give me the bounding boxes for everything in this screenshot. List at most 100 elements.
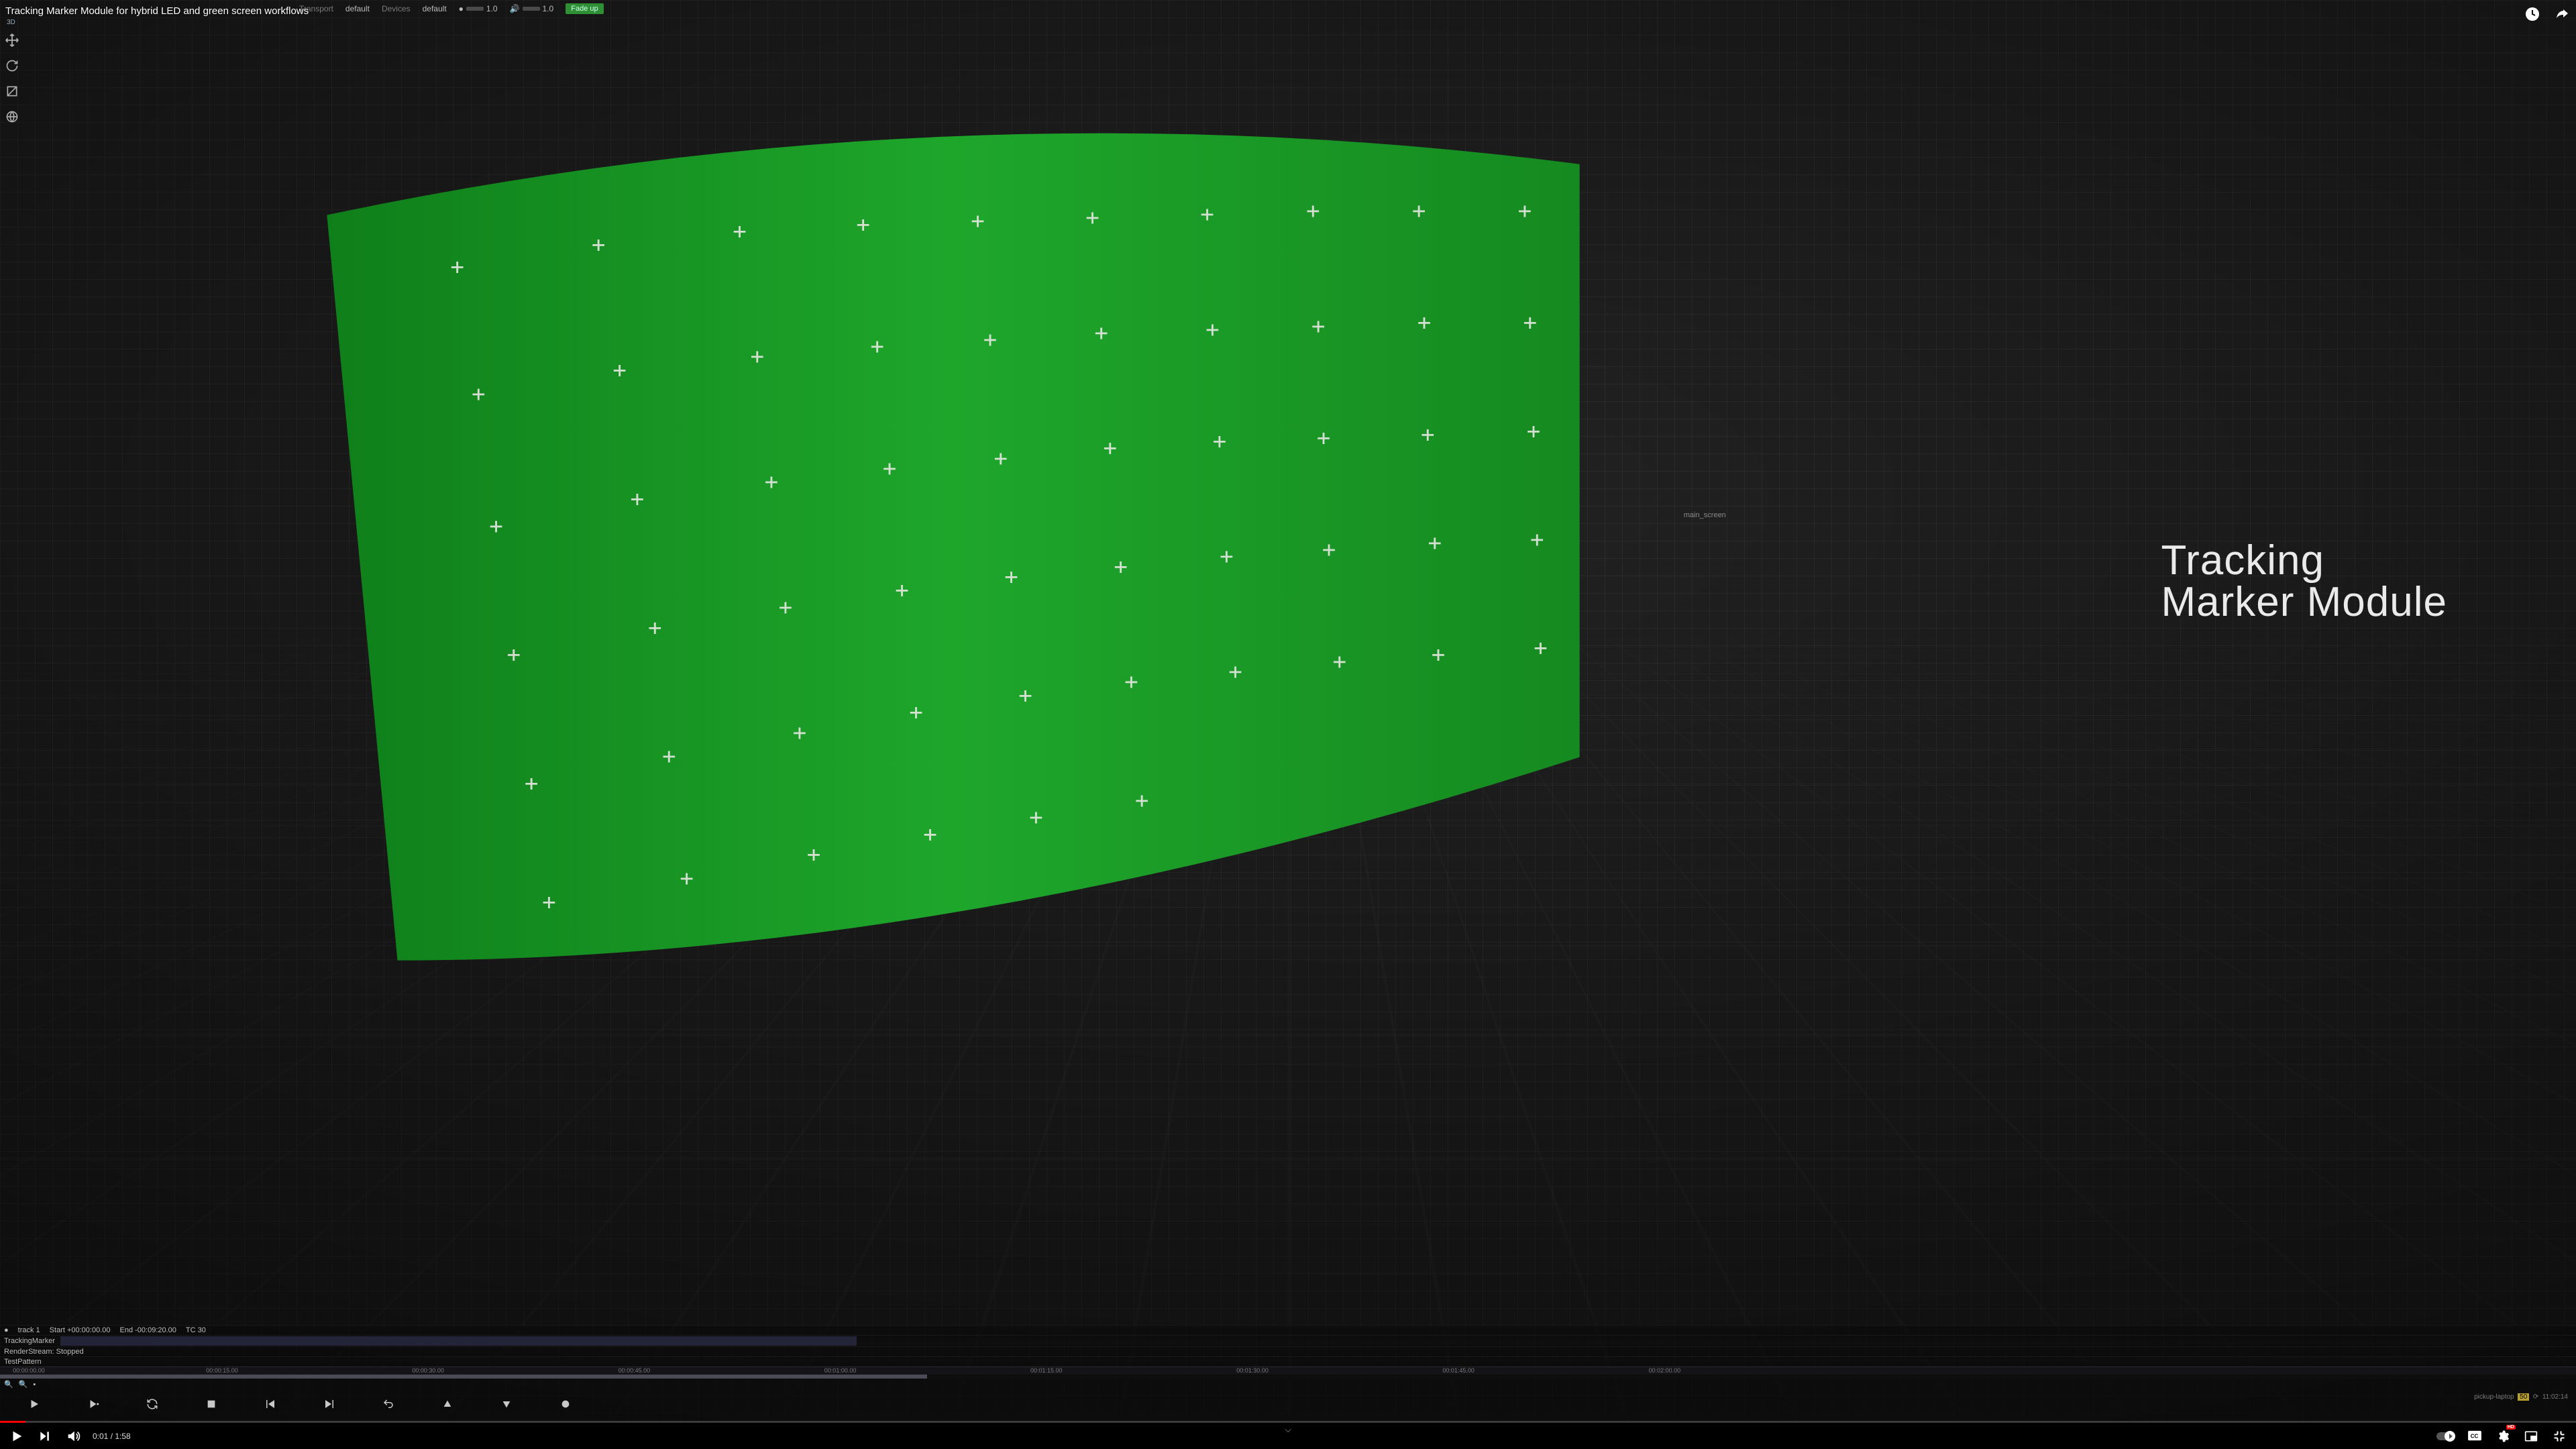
level-slider-1[interactable]: ●1.0 (459, 4, 498, 13)
layer-row-2[interactable]: RenderStream: Stopped (0, 1346, 2576, 1356)
svg-text:+: + (542, 890, 556, 915)
svg-text:+: + (472, 381, 486, 407)
svg-text:+: + (1428, 531, 1442, 556)
captions-icon[interactable]: CC (2466, 1428, 2483, 1445)
youtube-video-title[interactable]: Tracking Marker Module for hybrid LED an… (5, 5, 309, 17)
volume-icon: 🔊 (510, 4, 520, 13)
svg-text:+: + (1332, 649, 1346, 674)
youtube-controls: ⌵ 0:01 / 1:58 CC HD (0, 1421, 2576, 1449)
rotate-tool-icon[interactable] (1, 55, 23, 76)
video-player: { "yt": { "title": "Tracking Marker Modu… (0, 0, 2576, 1449)
devices-value[interactable]: default (423, 4, 447, 13)
tick: 00:00:15.00 (206, 1367, 238, 1374)
svg-text:+: + (1124, 669, 1138, 695)
tick: 00:02:00.00 (1649, 1367, 1681, 1374)
svg-text:+: + (1527, 419, 1541, 444)
app-marker-up-icon[interactable] (440, 1397, 455, 1411)
svg-text:+: + (1432, 642, 1446, 667)
app-loop-icon[interactable] (145, 1397, 160, 1411)
fade-up-button[interactable]: Fade up (566, 3, 603, 14)
svg-text:+: + (870, 334, 884, 360)
track-name[interactable]: track 1 (18, 1326, 40, 1334)
svg-text:+: + (1412, 199, 1426, 224)
next-button-icon[interactable] (36, 1428, 54, 1445)
svg-text:+: + (450, 254, 464, 280)
refresh-icon[interactable]: ⟳ (2533, 1393, 2538, 1401)
heading-line-2: Marker Module (2161, 582, 2447, 623)
move-tool-icon[interactable] (1, 30, 23, 51)
app-play-section-icon[interactable] (86, 1397, 101, 1411)
svg-text:+: + (1004, 564, 1018, 590)
settings-icon[interactable]: HD (2494, 1428, 2512, 1445)
svg-text:+: + (923, 822, 937, 847)
scrub-bar[interactable] (0, 1375, 2576, 1379)
zoom-row: 🔍 🔍 ▪ (0, 1379, 2576, 1390)
svg-text:+: + (1534, 635, 1548, 661)
svg-text:+: + (1311, 313, 1326, 339)
svg-text:+: + (971, 209, 985, 234)
svg-text:+: + (1135, 788, 1149, 813)
tick: 00:00:30.00 (412, 1367, 444, 1374)
svg-text:CC: CC (2471, 1433, 2479, 1439)
tick: 00:00:00.00 (13, 1367, 45, 1374)
youtube-top-right (2522, 4, 2572, 24)
app-stop-icon[interactable] (204, 1397, 219, 1411)
svg-text:+: + (750, 344, 764, 370)
exit-fullscreen-icon[interactable] (2551, 1428, 2568, 1445)
zoom-in-icon[interactable]: 🔍 (4, 1380, 13, 1389)
scale-tool-icon[interactable] (1, 80, 23, 102)
zoom-out-icon[interactable]: 🔍 (19, 1380, 28, 1389)
watch-later-icon[interactable] (2522, 4, 2542, 24)
devices-label: Devices (382, 4, 411, 13)
app-undo-icon[interactable] (381, 1397, 396, 1411)
view-mode-3d[interactable]: 3D (7, 19, 15, 26)
transport-row (0, 1390, 2576, 1421)
video-content: + + + + + + + + + + + + + + + + + + + + + + + + + + + + + + + + + + + + +… (0, 0, 2576, 1421)
svg-text:+: + (1085, 205, 1099, 231)
mute-button-icon[interactable] (64, 1428, 82, 1445)
svg-text:+: + (806, 842, 820, 867)
svg-text:+: + (506, 642, 521, 667)
zoom-handle-icon[interactable]: ▪ (33, 1381, 36, 1389)
app-record-icon[interactable] (558, 1397, 573, 1411)
tick: 00:01:00.00 (824, 1367, 857, 1374)
tick: 00:01:45.00 (1442, 1367, 1474, 1374)
play-button-icon[interactable] (8, 1428, 25, 1445)
share-icon[interactable] (2552, 4, 2572, 24)
green-screen-wall: + + + + + + + + + + + + + + + + + + + + + + + + + + + + + + + + + + + + +… (309, 113, 1597, 994)
svg-text:+: + (1212, 429, 1226, 454)
app-marker-down-icon[interactable] (499, 1397, 514, 1411)
transport-value[interactable]: default (345, 4, 370, 13)
svg-text:+: + (1018, 683, 1032, 708)
level-slider-2[interactable]: 🔊1.0 (510, 4, 554, 13)
svg-text:+: + (1417, 310, 1432, 335)
time-display: 0:01 / 1:58 (93, 1432, 131, 1441)
svg-text:+: + (1517, 199, 1532, 224)
end-label: End -00:09:20.00 (120, 1326, 176, 1334)
svg-text:+: + (895, 578, 909, 603)
tick: 00:01:30.00 (1236, 1367, 1269, 1374)
app-prev-cue-icon[interactable] (263, 1397, 278, 1411)
svg-text:+: + (1421, 422, 1435, 447)
layer-row-1[interactable]: TrackingMarker (0, 1335, 2576, 1346)
tick: 00:00:45.00 (619, 1367, 651, 1374)
world-tool-icon[interactable] (1, 106, 23, 127)
svg-text:+: + (856, 212, 870, 237)
autoplay-toggle[interactable] (2436, 1432, 2455, 1440)
svg-text:+: + (1114, 554, 1128, 580)
heading-line-1: Tracking (2161, 540, 2447, 582)
svg-text:+: + (883, 455, 897, 481)
svg-text:+: + (648, 615, 662, 641)
timeline-ruler[interactable]: 00:00:00.00 00:00:15.00 00:00:30.00 00:0… (0, 1366, 2576, 1379)
svg-text:+: + (1029, 805, 1043, 830)
app-play-icon[interactable] (27, 1397, 42, 1411)
svg-text:+: + (1530, 527, 1544, 553)
svg-text:+: + (733, 219, 747, 244)
svg-text:+: + (983, 327, 998, 353)
miniplayer-icon[interactable] (2522, 1428, 2540, 1445)
svg-text:+: + (489, 513, 503, 539)
app-next-cue-icon[interactable] (322, 1397, 337, 1411)
svg-text:+: + (994, 445, 1008, 471)
svg-text:+: + (1523, 310, 1537, 335)
layer-row-3[interactable]: TestPattern (0, 1356, 2576, 1366)
